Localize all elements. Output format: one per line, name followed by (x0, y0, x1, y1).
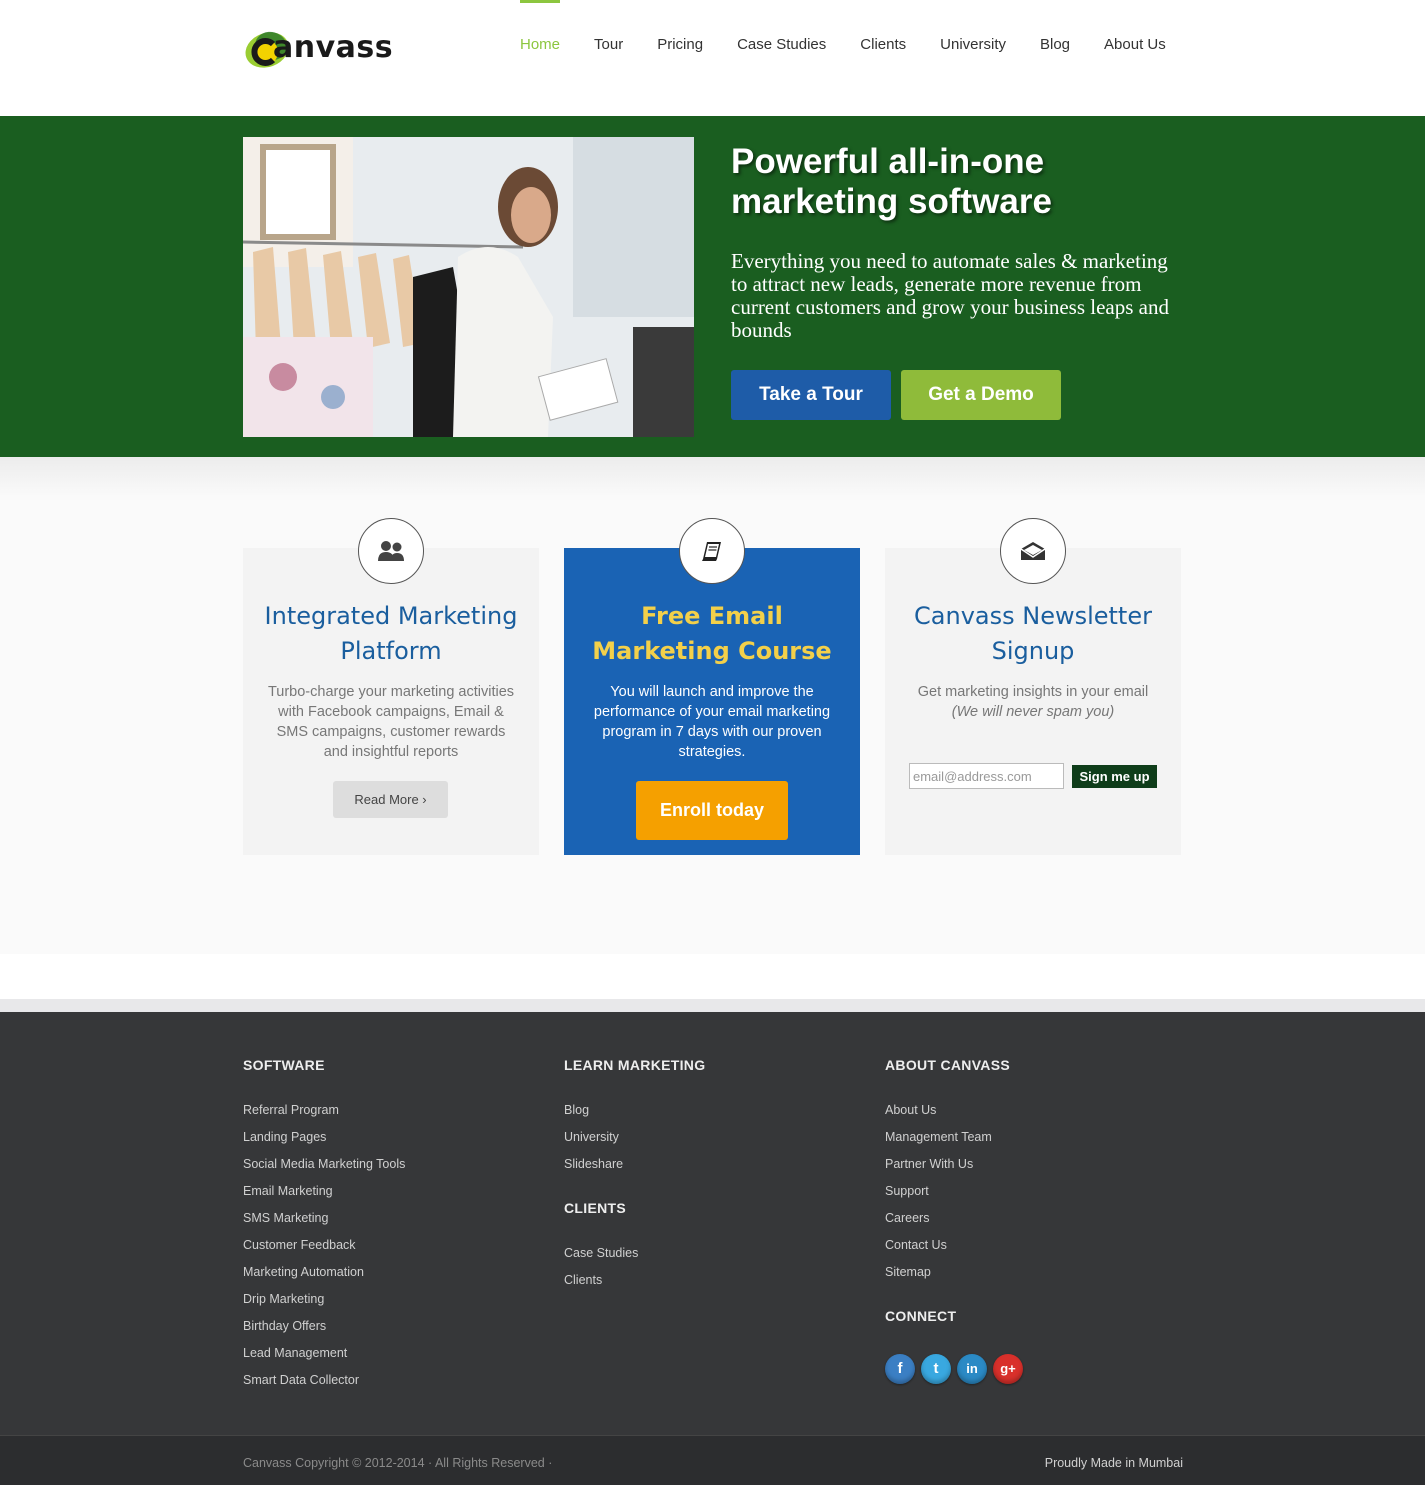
footer-link[interactable]: Lead Management (243, 1346, 347, 1360)
card-text: You will launch and improve the performa… (593, 684, 831, 760)
footer-link[interactable]: Partner With Us (885, 1157, 973, 1171)
main-nav: Home Tour Pricing Case Studies Clients U… (503, 0, 1183, 90)
site-footer: SOFTWARE Referral Program Landing Pages … (0, 1012, 1425, 1435)
footer-heading-connect: CONNECT (885, 1308, 957, 1324)
footer-link[interactable]: Blog (564, 1103, 589, 1117)
hero-photo (243, 137, 694, 437)
card-title: Canvass Newsletter Signup (914, 602, 1152, 665)
footer-link[interactable]: Social Media Marketing Tools (243, 1157, 405, 1171)
facebook-icon[interactable]: f (885, 1354, 915, 1384)
features-section: Integrated Marketing Platform Turbo-char… (0, 457, 1425, 954)
nav-item-tour[interactable]: Tour (577, 0, 640, 90)
email-field[interactable] (909, 763, 1064, 789)
footer-link[interactable]: Drip Marketing (243, 1292, 324, 1306)
nav-item-blog[interactable]: Blog (1023, 0, 1087, 90)
footer-link[interactable]: About Us (885, 1103, 936, 1117)
feature-card-platform: Integrated Marketing Platform Turbo-char… (243, 518, 539, 855)
nav-item-clients[interactable]: Clients (843, 0, 923, 90)
footer-link[interactable]: Referral Program (243, 1103, 339, 1117)
footer-link[interactable]: Smart Data Collector (243, 1373, 359, 1387)
footer-link[interactable]: Careers (885, 1211, 929, 1225)
footer-link[interactable]: Support (885, 1184, 929, 1198)
get-a-demo-button[interactable]: Get a Demo (901, 370, 1061, 420)
nav-item-case-studies[interactable]: Case Studies (720, 0, 843, 90)
made-in-text: Proudly Made in Mumbai (1044, 1456, 1183, 1470)
footer-heading-clients: CLIENTS (564, 1200, 626, 1216)
site-header: anvass Home Tour Pricing Case Studies Cl… (0, 0, 1425, 116)
feature-card-newsletter: Canvass Newsletter Signup Get marketing … (885, 518, 1181, 855)
nav-item-pricing[interactable]: Pricing (640, 0, 720, 90)
hero-banner: Powerful all-in-one marketing software E… (0, 116, 1425, 457)
nav-item-about-us[interactable]: About Us (1087, 0, 1183, 90)
google-plus-icon[interactable]: g+ (993, 1354, 1023, 1384)
copyright-text: Canvass Copyright © 2012-2014 · All Righ… (243, 1456, 553, 1470)
footer-heading-about-canvass: ABOUT CANVASS (885, 1057, 1010, 1073)
sign-me-up-button[interactable]: Sign me up (1072, 765, 1157, 788)
footer-link[interactable]: Birthday Offers (243, 1319, 326, 1333)
footer-link[interactable]: Landing Pages (243, 1130, 326, 1144)
users-icon (358, 518, 424, 584)
newsletter-text: Get marketing insights in your email (917, 684, 1149, 700)
footer-link[interactable]: Contact Us (885, 1238, 947, 1252)
hero-subtitle: Everything you need to automate sales & … (731, 249, 1169, 342)
card-text: Turbo-charge your marketing activities w… (267, 684, 515, 760)
linkedin-icon[interactable]: in (957, 1354, 987, 1384)
footer-link[interactable]: Slideshare (564, 1157, 623, 1171)
footer-link[interactable]: Email Marketing (243, 1184, 333, 1198)
read-more-button[interactable]: Read More › (333, 781, 448, 818)
footer-link[interactable]: University (564, 1130, 619, 1144)
social-links: f t in g+ (885, 1354, 1023, 1384)
book-icon (679, 518, 745, 584)
twitter-icon[interactable]: t (921, 1354, 951, 1384)
no-spam-note: (We will never spam you) (951, 704, 1115, 720)
nav-item-university[interactable]: University (923, 0, 1023, 90)
divider (0, 999, 1425, 1012)
take-a-tour-button[interactable]: Take a Tour (731, 370, 891, 420)
canvass-logo[interactable]: anvass (243, 22, 423, 78)
footer-link[interactable]: Marketing Automation (243, 1265, 364, 1279)
hero-title: Powerful all-in-one marketing software (731, 142, 1052, 221)
footer-heading-software: SOFTWARE (243, 1057, 325, 1073)
footer-link[interactable]: Case Studies (564, 1246, 638, 1260)
page: anvass Home Tour Pricing Case Studies Cl… (0, 0, 1425, 1485)
footer-link[interactable]: Management Team (885, 1130, 992, 1144)
card-text: Get marketing insights in your email (We… (905, 682, 1161, 722)
footer-link[interactable]: Clients (564, 1273, 602, 1287)
card-title: Free Email Marketing Course (592, 602, 832, 665)
feature-card-email-course: Free Email Marketing Course You will lau… (564, 518, 860, 855)
envelope-icon (1000, 518, 1066, 584)
card-title: Integrated Marketing Platform (264, 602, 518, 665)
enroll-today-button[interactable]: Enroll today (636, 781, 788, 840)
footer-link[interactable]: Customer Feedback (243, 1238, 356, 1252)
footer-link[interactable]: SMS Marketing (243, 1211, 328, 1225)
footer-link[interactable]: Sitemap (885, 1265, 931, 1279)
copyright-bar: Canvass Copyright © 2012-2014 · All Righ… (0, 1435, 1425, 1485)
footer-heading-learn-marketing: LEARN MARKETING (564, 1057, 706, 1073)
logo-wordmark: anvass (273, 30, 394, 65)
nav-item-home[interactable]: Home (503, 0, 577, 90)
